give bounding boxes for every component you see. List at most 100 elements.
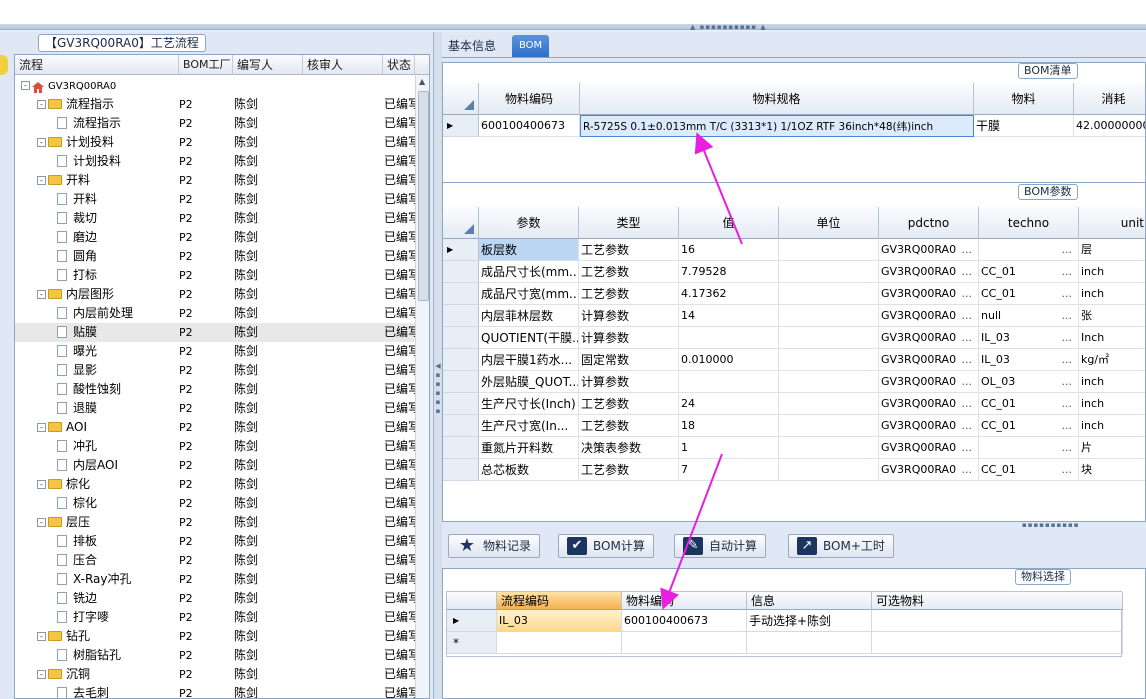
ellipsis-button[interactable]: ...: [1062, 305, 1073, 326]
row-indicator-icon[interactable]: ▶: [443, 239, 479, 261]
tree-row[interactable]: 开料 P2 陈剑 已编写: [15, 190, 415, 209]
col-header-flow[interactable]: 流程: [15, 55, 179, 75]
row-header[interactable]: [443, 305, 479, 327]
tree-row[interactable]: 去毛刺 P2 陈剑 已编写: [15, 684, 415, 698]
cell-techno[interactable]: null...: [979, 305, 1079, 327]
expand-collapse-icon[interactable]: -: [37, 632, 46, 641]
col-header-status[interactable]: 状态: [383, 55, 415, 75]
tree-node[interactable]: 开料: [53, 190, 97, 209]
col-header-unit-cn[interactable]: 单位: [779, 207, 879, 239]
tree-row[interactable]: - 开料 P2 陈剑 已编写: [15, 171, 415, 190]
cell-unit-cn[interactable]: [779, 261, 879, 283]
bom-calc-button[interactable]: ✔ BOM计算: [558, 534, 654, 558]
scroll-up-icon[interactable]: ▲: [419, 77, 425, 86]
cell-unit[interactable]: Inch: [1079, 327, 1145, 349]
row-header[interactable]: [443, 349, 479, 371]
ellipsis-button[interactable]: ...: [962, 239, 973, 260]
tree-row[interactable]: 曝光 P2 陈剑 已编写: [15, 342, 415, 361]
col-header-techno[interactable]: techno: [979, 207, 1079, 239]
cell-pdctno[interactable]: GV3RQ00RA0...: [879, 305, 979, 327]
tree-node[interactable]: - GV3RQ00RA0: [21, 76, 116, 96]
cell-value[interactable]: 4.17362: [679, 283, 779, 305]
expand-collapse-icon[interactable]: -: [37, 100, 46, 109]
cell-unit-cn[interactable]: [779, 283, 879, 305]
cell-unit-cn[interactable]: [779, 305, 879, 327]
vertical-splitter[interactable]: ◀▪▪▪▪▪: [434, 32, 442, 699]
expand-collapse-icon[interactable]: -: [37, 480, 46, 489]
ellipsis-button[interactable]: ...: [1062, 283, 1073, 304]
tree-row[interactable]: - 棕化 P2 陈剑 已编写: [15, 475, 415, 494]
tree-node[interactable]: 退膜: [53, 399, 97, 418]
cell-unit-cn[interactable]: [779, 327, 879, 349]
tree-node[interactable]: 打标: [53, 266, 97, 285]
cell-techno[interactable]: CC_01...: [979, 283, 1079, 305]
ellipsis-button[interactable]: ...: [962, 349, 973, 370]
tree-node[interactable]: - 开料: [37, 171, 90, 190]
row-indicator-icon[interactable]: ▶: [447, 610, 497, 632]
row-header[interactable]: [443, 261, 479, 283]
cell-param[interactable]: 板层数: [479, 239, 579, 261]
col-header-value[interactable]: 值: [679, 207, 779, 239]
tree-node[interactable]: 树脂钻孔: [53, 646, 121, 665]
tree-row[interactable]: - 钻孔 P2 陈剑 已编写: [15, 627, 415, 646]
expand-collapse-icon[interactable]: -: [37, 518, 46, 527]
cell-pdctno[interactable]: GV3RQ00RA0...: [879, 437, 979, 459]
tree-node[interactable]: 圆角: [53, 247, 97, 266]
cell-unit-cn[interactable]: [779, 239, 879, 261]
tree-row[interactable]: 内层前处理 P2 陈剑 已编写: [15, 304, 415, 323]
cell-pdctno[interactable]: GV3RQ00RA0...: [879, 415, 979, 437]
cell-material-code[interactable]: 600100400673: [622, 610, 747, 632]
tab-bom[interactable]: BOM: [512, 35, 550, 57]
cell-type[interactable]: 固定常数: [579, 349, 679, 371]
tree-scrollbar[interactable]: ▲: [415, 75, 429, 698]
tree-node[interactable]: 显影: [53, 361, 97, 380]
cell-techno[interactable]: CC_01...: [979, 459, 1079, 481]
cell-pdctno[interactable]: GV3RQ00RA0...: [879, 371, 979, 393]
cell-type[interactable]: 工艺参数: [579, 393, 679, 415]
cell-param[interactable]: 内层干膜1药水...: [479, 349, 579, 371]
cell-value[interactable]: [679, 327, 779, 349]
ellipsis-button[interactable]: ...: [1062, 371, 1073, 392]
cell-unit[interactable]: 片: [1079, 437, 1145, 459]
row-header[interactable]: [443, 283, 479, 305]
cell-material-spec[interactable]: R-5725S 0.1±0.013mm T/C (3313*1) 1/1OZ R…: [580, 115, 974, 137]
cell-param[interactable]: 成品尺寸长(mm...: [479, 261, 579, 283]
ellipsis-button[interactable]: ...: [962, 327, 973, 348]
tree-node[interactable]: - 流程指示: [37, 95, 114, 114]
tree-row[interactable]: - 计划投料 P2 陈剑 已编写: [15, 133, 415, 152]
tree-node[interactable]: 排板: [53, 532, 97, 551]
cell-pdctno[interactable]: GV3RQ00RA0...: [879, 283, 979, 305]
tree-row[interactable]: 棕化 P2 陈剑 已编写: [15, 494, 415, 513]
tree-scroll-thumb[interactable]: [418, 91, 429, 301]
cell-unit[interactable]: 张: [1079, 305, 1145, 327]
col-header-bom-plant[interactable]: BOM工厂: [179, 55, 233, 75]
cell-unit-cn[interactable]: [779, 415, 879, 437]
tree-node[interactable]: 裁切: [53, 209, 97, 228]
tree-row[interactable]: 贴膜 P2 陈剑 已编写: [15, 323, 415, 342]
cell-material-code[interactable]: 600100400673: [479, 115, 580, 137]
cell-value[interactable]: 18: [679, 415, 779, 437]
ellipsis-button[interactable]: ...: [962, 305, 973, 326]
cell-techno[interactable]: OL_03...: [979, 371, 1079, 393]
grid-corner-icon[interactable]: [443, 207, 479, 239]
col-header-type[interactable]: 类型: [579, 207, 679, 239]
side-handle-icon[interactable]: [0, 55, 8, 75]
cell-type[interactable]: 计算参数: [579, 305, 679, 327]
tree-row[interactable]: 铣边 P2 陈剑 已编写: [15, 589, 415, 608]
ellipsis-button[interactable]: ...: [1062, 239, 1073, 260]
tree-row[interactable]: 圆角 P2 陈剑 已编写: [15, 247, 415, 266]
ellipsis-button[interactable]: ...: [962, 261, 973, 282]
tree-row[interactable]: 磨边 P2 陈剑 已编写: [15, 228, 415, 247]
col-header-material-code[interactable]: 物料编码: [479, 83, 580, 115]
ellipsis-button[interactable]: ...: [1062, 327, 1073, 348]
tree-node[interactable]: - 内层图形: [37, 285, 114, 304]
bom-params-grid[interactable]: 参数 类型 值 单位 pdctno techno unit ▶ 板层数 工艺参数 16…: [443, 207, 1145, 521]
cell-type[interactable]: 工艺参数: [579, 239, 679, 261]
tree-row[interactable]: - 层压 P2 陈剑 已编写: [15, 513, 415, 532]
cell-material[interactable]: 干膜: [974, 115, 1074, 137]
tree-row[interactable]: - 流程指示 P2 陈剑 已编写: [15, 95, 415, 114]
tree-row[interactable]: 冲孔 P2 陈剑 已编写: [15, 437, 415, 456]
ellipsis-button[interactable]: ...: [1062, 349, 1073, 370]
cell-param[interactable]: QUOTIENT(干膜...: [479, 327, 579, 349]
cell-unit-cn[interactable]: [779, 459, 879, 481]
